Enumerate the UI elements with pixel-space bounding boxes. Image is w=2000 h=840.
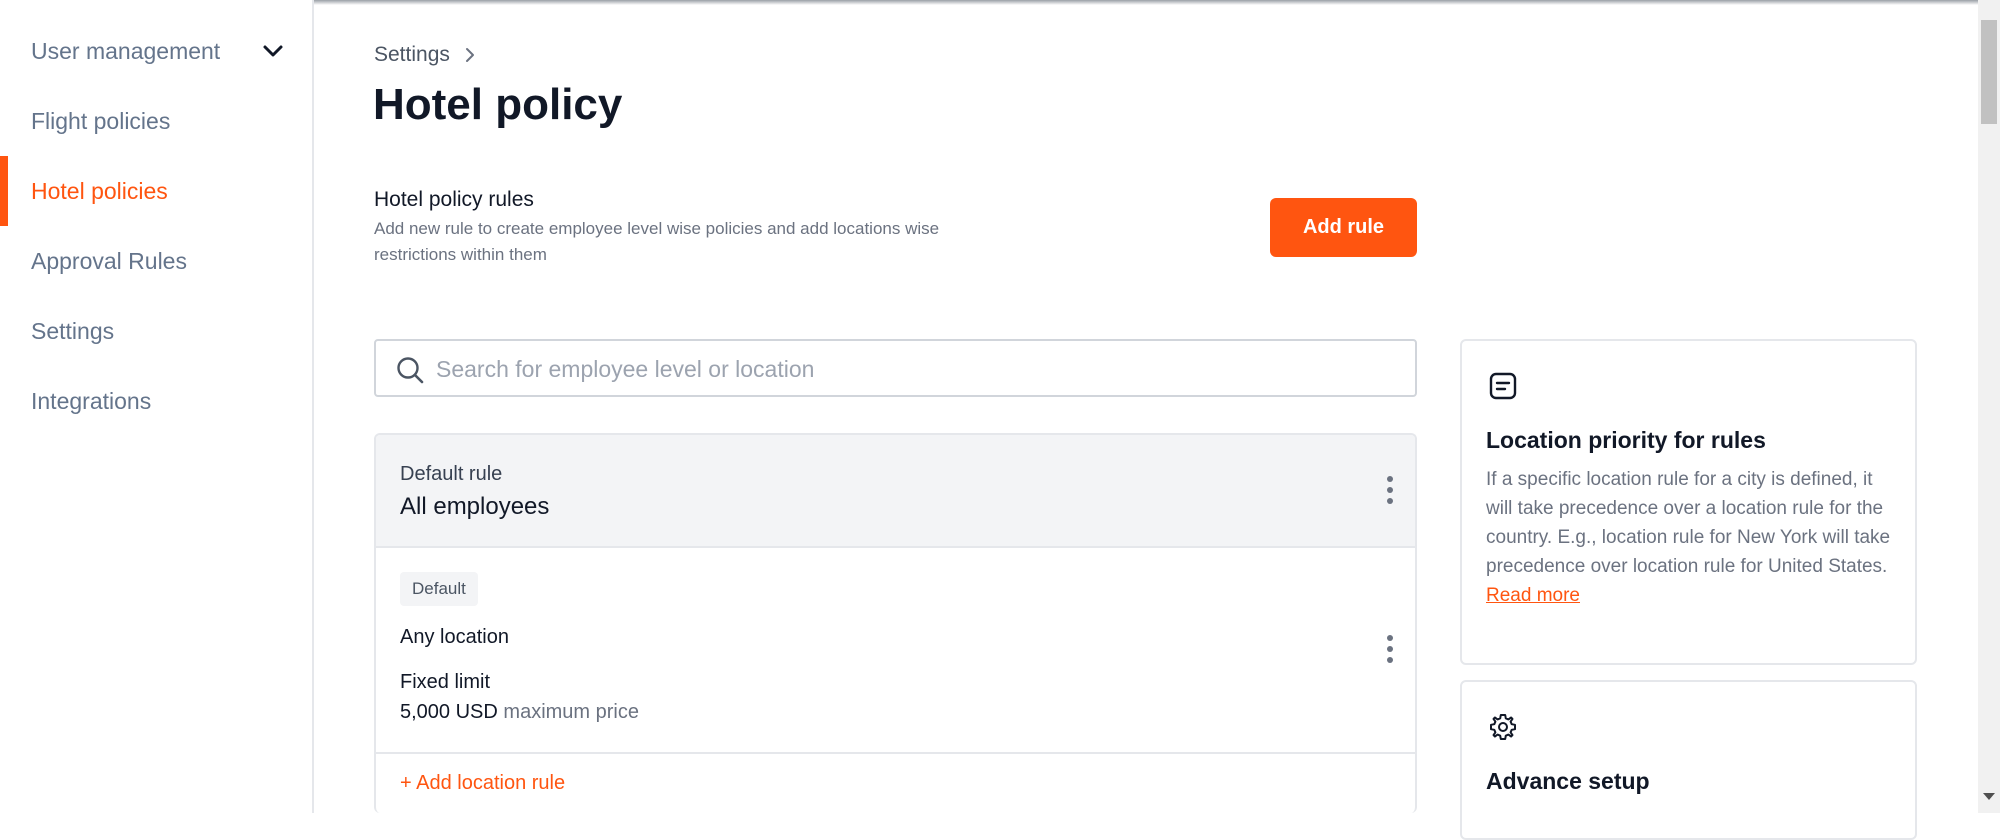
sidebar-item-hotel-policies[interactable]: Hotel policies: [0, 156, 312, 226]
advance-setup-card: Advance setup: [1460, 680, 1917, 840]
gear-icon: [1490, 714, 1516, 740]
rule-more-options-icon[interactable]: [1376, 473, 1404, 507]
sidebar-item-settings[interactable]: Settings: [0, 296, 312, 366]
add-location-rule-button[interactable]: + Add location rule: [376, 752, 1415, 812]
rules-description: Add new rule to create employee level wi…: [374, 219, 940, 264]
limit-amount: 5,000 USD: [400, 701, 498, 723]
sidebar: User management Flight policies Hotel po…: [0, 0, 314, 813]
advance-setup-title: Advance setup: [1486, 768, 1650, 794]
read-more-link[interactable]: Read more: [1486, 581, 1580, 610]
default-rule-card: Default rule All employees Default Any l…: [374, 433, 1417, 813]
location-priority-card: Location priority for rules If a specifi…: [1460, 339, 1917, 665]
search-icon: [397, 357, 424, 384]
sidebar-item-flight-policies[interactable]: Flight policies: [0, 86, 312, 156]
rule-label: Default rule: [400, 463, 503, 485]
rule-employees: All employees: [400, 493, 550, 520]
location-priority-title: Location priority for rules: [1486, 427, 1766, 453]
sidebar-item-label: Hotel policies: [31, 177, 168, 204]
scroll-down-arrow-icon[interactable]: [1983, 793, 1995, 800]
document-icon: [1489, 372, 1517, 400]
rule-header: Default rule All employees: [376, 435, 1415, 548]
chevron-right-icon: [465, 48, 474, 62]
limit-suffix: maximum price: [503, 701, 639, 723]
limit-type: Fixed limit: [400, 671, 491, 693]
breadcrumb-settings-link[interactable]: Settings: [374, 43, 450, 67]
location-priority-text: If a specific location rule for a city i…: [1486, 469, 1891, 577]
sidebar-item-label: Flight policies: [31, 107, 171, 134]
breadcrumb: Settings: [374, 40, 476, 70]
limit-value: 5,000 USD maximum price: [400, 701, 639, 724]
location-name: Any location: [400, 626, 509, 648]
search-input[interactable]: [436, 349, 1396, 389]
page-scrollbar[interactable]: [1978, 0, 2000, 813]
sidebar-item-approval-rules[interactable]: Approval Rules: [0, 226, 312, 296]
chevron-down-icon[interactable]: [262, 42, 284, 60]
sidebar-item-label: Approval Rules: [31, 247, 187, 274]
add-rule-button[interactable]: Add rule: [1270, 198, 1417, 257]
location-more-options-icon[interactable]: [1376, 632, 1404, 666]
page-title: Hotel policy: [373, 80, 623, 129]
sidebar-item-label: Settings: [31, 317, 115, 344]
sidebar-item-label: Integrations: [31, 387, 152, 414]
scrollbar-thumb[interactable]: [1981, 20, 1997, 124]
sidebar-item-label: User management: [31, 37, 221, 64]
sidebar-item-user-management[interactable]: User management: [0, 16, 312, 86]
default-badge: Default: [400, 572, 478, 606]
search-box: [374, 339, 1417, 397]
location-priority-body: If a specific location rule for a city i…: [1486, 465, 1896, 610]
rules-heading: Hotel policy rules: [374, 188, 534, 211]
sidebar-item-integrations[interactable]: Integrations: [0, 366, 312, 436]
